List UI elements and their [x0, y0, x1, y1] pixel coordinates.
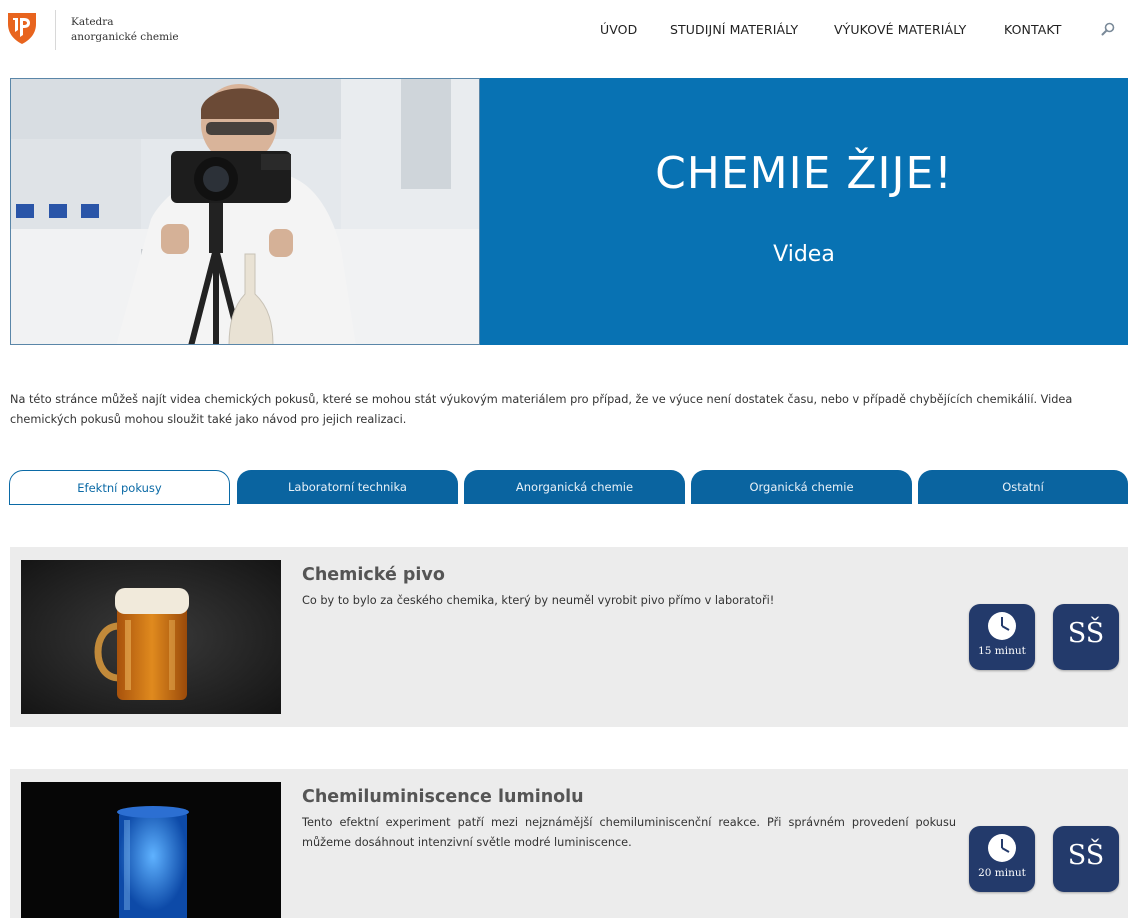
- luminol-beaker-image: [21, 782, 281, 918]
- duration-label: 15 minut: [978, 645, 1026, 657]
- video-thumbnail[interactable]: [21, 782, 281, 918]
- tab-ostatni[interactable]: Ostatní: [918, 470, 1128, 504]
- clock-icon: [988, 612, 1016, 640]
- intro-line-1: Na této stránce můžeš najít videa chemic…: [10, 393, 1073, 406]
- video-description: Co by to bylo za českého chemika, který …: [302, 594, 775, 607]
- nav-item-vyukove-materialy[interactable]: VÝUKOVÉ MATERIÁLY: [834, 22, 966, 37]
- hero-subtitle: Videa: [773, 242, 835, 267]
- tab-anorganicka-chemie[interactable]: Anorganická chemie: [464, 470, 685, 504]
- level-badge: SŠ: [1053, 826, 1119, 892]
- hero-title: CHEMIE ŽIJE!: [655, 148, 953, 199]
- level-label: SŠ: [1067, 840, 1105, 871]
- site-header: Katedra anorganické chemie ÚVOD STUDIJNÍ…: [0, 0, 1128, 66]
- main-nav: ÚVOD STUDIJNÍ MATERIÁLY VÝUKOVÉ MATERIÁL…: [0, 22, 1128, 42]
- tab-efektni-pokusy[interactable]: Efektní pokusy: [9, 470, 230, 505]
- duration-badge: 15 minut: [969, 604, 1035, 670]
- intro-text: Na této stránce můžeš najít videa chemic…: [10, 390, 1128, 430]
- video-card[interactable]: Chemické pivo Co by to bylo za českého c…: [10, 547, 1128, 727]
- level-badge: SŠ: [1053, 604, 1119, 670]
- tab-organicka-chemie[interactable]: Organická chemie: [691, 470, 912, 504]
- hero-title-panel: CHEMIE ŽIJE! Videa: [480, 78, 1128, 345]
- nav-item-uvod[interactable]: ÚVOD: [600, 22, 637, 37]
- nav-item-kontakt[interactable]: KONTAKT: [1004, 22, 1061, 37]
- video-title[interactable]: Chemiluminiscence luminolu: [302, 787, 584, 807]
- scientist-with-camera-image: [11, 79, 479, 344]
- video-card[interactable]: Chemiluminiscence luminolu Tento efektní…: [10, 769, 1128, 918]
- duration-label: 20 minut: [978, 867, 1026, 879]
- nav-item-studijni-materialy[interactable]: STUDIJNÍ MATERIÁLY: [670, 22, 798, 37]
- intro-line-2: chemických pokusů mohou sloužit také jak…: [10, 413, 407, 426]
- search-icon[interactable]: [1101, 22, 1115, 36]
- tab-laboratorni-technika[interactable]: Laboratorní technika: [237, 470, 458, 504]
- hero-photo: [10, 78, 480, 345]
- category-tabs: Efektní pokusy Laboratorní technika Anor…: [9, 470, 1128, 506]
- video-thumbnail[interactable]: [21, 560, 281, 714]
- duration-badge: 20 minut: [969, 826, 1035, 892]
- video-title[interactable]: Chemické pivo: [302, 565, 445, 585]
- level-label: SŠ: [1067, 618, 1105, 649]
- beer-mug-image: [21, 560, 281, 714]
- video-description: Tento efektní experiment patří mezi nejz…: [302, 816, 956, 849]
- clock-icon: [988, 834, 1016, 862]
- hero-banner: CHEMIE ŽIJE! Videa: [10, 78, 1128, 345]
